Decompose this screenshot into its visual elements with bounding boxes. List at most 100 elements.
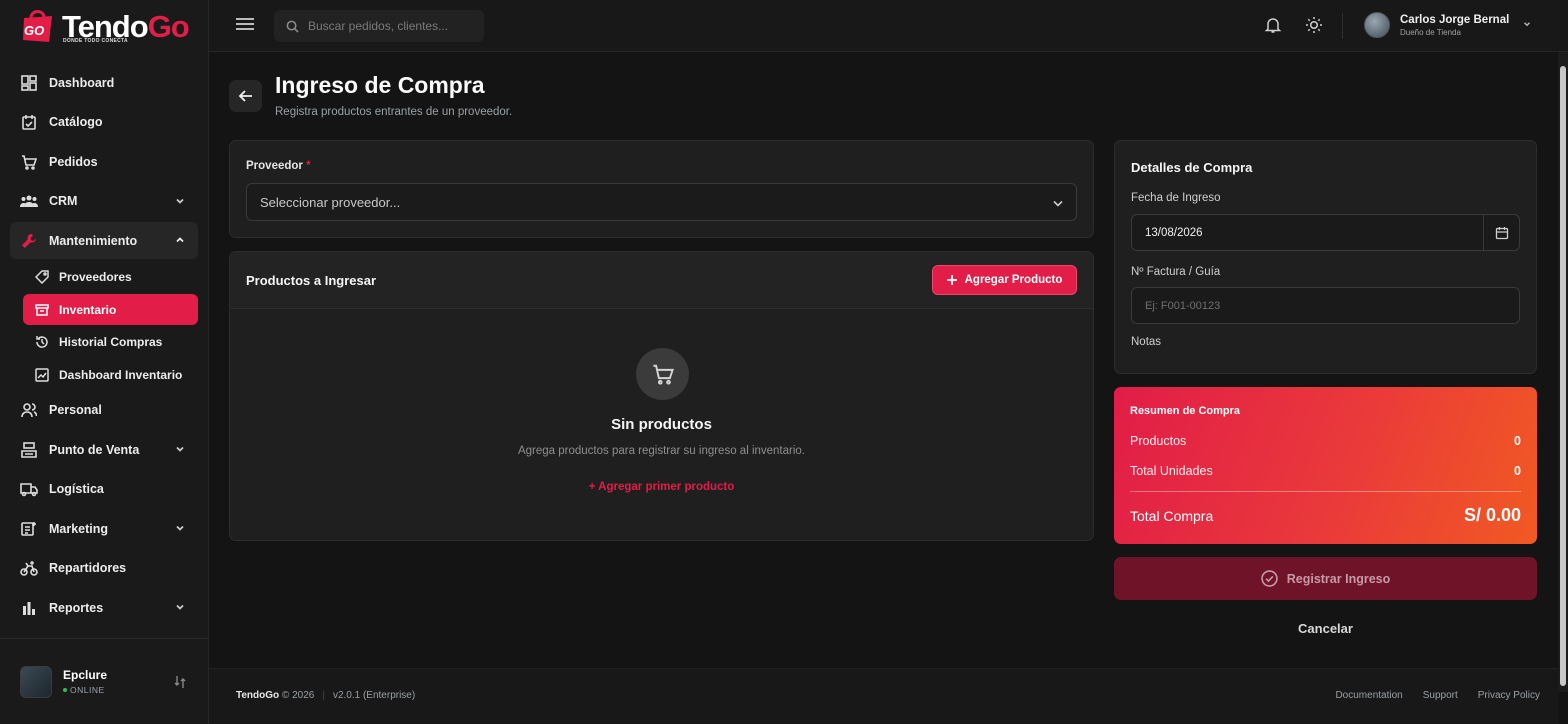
empty-text: Agrega productos para registrar su ingre… [517,445,806,457]
sidebar-item-repartidores[interactable]: Repartidores [10,550,198,587]
register-entry-button[interactable]: Registrar Ingreso [1114,557,1537,600]
wrench-icon [20,232,38,250]
sidebar-item-label: Mantenimiento [49,233,138,248]
page-title: Ingreso de Compra [275,72,485,98]
user-menu[interactable]: Carlos Jorge Bernal Dueño de Tienda [1364,12,1509,38]
sidebar-item-label: Pedidos [49,154,98,169]
sidebar-item-inventario[interactable]: Inventario [23,294,198,325]
footer-version: v2.0.1 (Enterprise) [332,690,416,701]
sidebar-item-dashboard-inventario[interactable]: Dashboard Inventario [23,359,198,390]
chevron-up-icon [176,237,184,243]
footer-separator: | [322,690,325,701]
mantenimiento-submenu: Proveedores Inventario Historial Compras… [10,262,198,391]
user-role: Dueño de Tienda [1400,27,1461,37]
store-switcher[interactable]: Epclure ONLINE [0,638,208,724]
products-title: Productos a Ingresar [246,272,377,288]
history-icon [35,335,49,349]
cart-icon [20,153,38,171]
sun-icon[interactable] [1305,16,1323,34]
sidebar-item-label: Repartidores [49,561,127,575]
chevron-down-icon [176,198,184,204]
bar-chart-icon [20,599,38,617]
chevron-down-icon [176,446,184,452]
menu-icon[interactable] [236,16,254,32]
brand-tagline: DONDE TODO CONECTA [63,38,128,44]
footer-link-documentation[interactable]: Documentation [1335,690,1402,701]
footer-link-support[interactable]: Support [1423,690,1458,701]
purchase-details-card: Detalles de Compra Fecha de Ingreso 13/0… [1114,140,1537,374]
supplier-card: Proveedor * Seleccionar proveedor... [229,140,1094,238]
summary-units-row: Total Unidades 0 [1130,464,1521,478]
avatar [1364,12,1390,38]
sidebar-item-crm[interactable]: CRM [10,183,198,220]
invoice-field[interactable]: Ej: F001-00123 [1131,287,1520,324]
sidebar-item-marketing[interactable]: Marketing [10,510,198,547]
sidebar-item-label: Reportes [49,600,104,615]
supplier-label: Proveedor * [246,160,311,172]
store-avatar [20,665,52,698]
search-input[interactable]: Buscar pedidos, clientes... [274,10,484,42]
supplier-select[interactable]: Seleccionar proveedor... [246,183,1077,221]
sidebar-item-proveedores[interactable]: Proveedores [23,262,198,293]
archive-icon [35,303,49,317]
tag-icon [35,270,49,284]
swap-icon[interactable] [174,675,186,689]
empty-title: Sin productos [611,416,712,433]
cancel-button[interactable]: Cancelar [1114,621,1537,636]
sidebar-item-catalogo[interactable]: Catálogo [10,104,198,141]
details-title: Detalles de Compra [1131,160,1253,175]
person-icon [20,401,38,419]
empty-cart-icon [636,348,689,400]
chart-icon [35,367,49,382]
shopping-bag-logo-icon: GO [18,6,58,46]
add-first-product-link[interactable]: + Agregar primer producto [230,481,1093,493]
topbar: Buscar pedidos, clientes... Carlos Jorge… [209,0,1568,52]
summary-products-row: Productos 0 [1130,434,1521,448]
footer-copyright: TendoGo © 2026 [236,690,315,701]
sidebar-item-label: Dashboard [49,75,115,90]
summary-total-row: Total Compra S/ 0.00 [1130,505,1521,525]
sidebar-item-personal[interactable]: Personal [10,392,198,429]
marketing-icon [20,520,38,538]
svg-text:GO: GO [24,23,44,38]
check-circle-icon [1261,570,1278,587]
chevron-down-icon [176,604,184,610]
sidebar-item-dashboard[interactable]: Dashboard [10,64,198,101]
brand-logo[interactable]: GO TendoGo DONDE TODO CONECTA [0,0,208,52]
online-dot-icon [63,688,67,692]
sidebar-item-label: Catálogo [49,115,103,129]
sidebar-item-mantenimiento[interactable]: Mantenimiento [10,222,198,259]
sidebar-item-punto-de-venta[interactable]: Punto de Venta [10,431,198,468]
products-card: Productos a Ingresar Agregar Producto Si… [229,251,1094,541]
summary-title: Resumen de Compra [1130,405,1241,417]
arrow-left-icon [238,90,252,102]
sidebar-item-label: Logística [49,482,104,496]
footer: TendoGo © 2026 | v2.0.1 (Enterprise) Doc… [209,668,1558,724]
purchase-summary: Resumen de Compra Productos 0 Total Unid… [1114,387,1537,544]
sidebar-nav: Dashboard Catálogo Pedidos CRM Mantenimi… [10,64,198,629]
footer-link-privacy[interactable]: Privacy Policy [1478,690,1540,701]
scrollbar-thumb[interactable] [1560,66,1566,686]
sidebar-item-label: Punto de Venta [49,442,140,457]
main-content: Buscar pedidos, clientes... Carlos Jorge… [209,0,1568,724]
date-field[interactable]: 13/08/2026 [1131,214,1520,251]
catalog-icon [20,113,38,131]
sidebar-item-label: Historial Compras [59,335,163,349]
page-subtitle: Registra productos entrantes de un prove… [275,106,513,118]
bell-icon[interactable] [1264,16,1282,34]
sidebar-item-reportes[interactable]: Reportes [10,589,198,626]
sidebar: GO TendoGo DONDE TODO CONECTA Dashboard … [0,0,209,724]
sidebar-item-pedidos[interactable]: Pedidos [10,143,198,180]
back-button[interactable] [229,80,262,112]
sidebar-item-historial-compras[interactable]: Historial Compras [23,327,198,358]
plus-icon [946,275,957,285]
products-header: Productos a Ingresar Agregar Producto [230,252,1093,309]
summary-divider [1130,491,1521,492]
add-product-button[interactable]: Agregar Producto [932,265,1077,295]
store-name: Epclure [63,668,108,682]
sidebar-item-logistica[interactable]: Logística [10,471,198,508]
sidebar-item-label: Personal [49,403,102,417]
calendar-icon[interactable] [1483,215,1519,250]
chevron-down-icon[interactable] [1522,19,1532,29]
dashboard-icon [20,74,38,92]
